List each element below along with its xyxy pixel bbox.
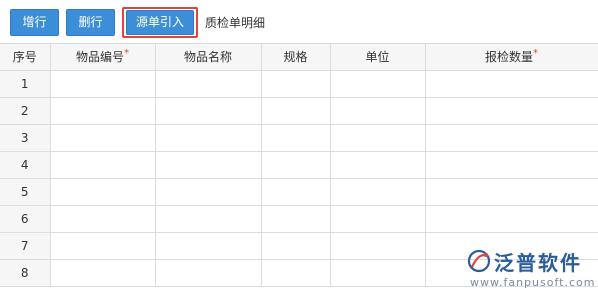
section-title: 质检单明细 — [205, 16, 266, 30]
table-row[interactable]: 2 — [0, 97, 598, 125]
spec-cell[interactable] — [261, 151, 331, 179]
column-header-inspect-qty[interactable]: 报检数量* — [425, 44, 598, 71]
item-code-cell[interactable] — [50, 259, 156, 287]
source-import-highlight: 源单引入 — [122, 7, 198, 38]
item-code-cell[interactable] — [50, 70, 156, 98]
unit-cell[interactable] — [330, 124, 426, 152]
inspect-qty-cell[interactable] — [425, 151, 598, 179]
item-code-cell[interactable] — [50, 232, 156, 260]
column-header-item-name[interactable]: 物品名称 — [155, 44, 262, 71]
row-number-cell: 8 — [0, 259, 51, 287]
item-name-cell[interactable] — [155, 124, 262, 152]
table-row[interactable]: 3 — [0, 124, 598, 152]
item-code-cell[interactable] — [50, 151, 156, 179]
item-name-cell[interactable] — [155, 178, 262, 206]
fanpu-logo: 泛普软件 www.fanpusoft.com — [462, 244, 598, 292]
item-name-cell[interactable] — [155, 259, 262, 287]
toolbar: 增行 删行 源单引入 质检单明细 — [0, 0, 598, 42]
table-row[interactable]: 6 — [0, 205, 598, 233]
unit-cell[interactable] — [330, 259, 426, 287]
spec-cell[interactable] — [261, 124, 331, 152]
item-name-cell[interactable] — [155, 70, 262, 98]
spec-cell[interactable] — [261, 97, 331, 125]
column-header-spec[interactable]: 规格 — [261, 44, 331, 71]
unit-cell[interactable] — [330, 151, 426, 179]
column-header-unit[interactable]: 单位 — [330, 44, 426, 71]
item-code-cell[interactable] — [50, 124, 156, 152]
unit-cell[interactable] — [330, 232, 426, 260]
unit-cell[interactable] — [330, 70, 426, 98]
item-name-cell[interactable] — [155, 205, 262, 233]
row-number-cell: 2 — [0, 97, 51, 125]
fanpu-logo-icon — [467, 249, 491, 273]
column-header-index[interactable]: 序号 — [0, 44, 51, 71]
inspect-qty-cell[interactable] — [425, 124, 598, 152]
item-code-cell[interactable] — [50, 178, 156, 206]
table-row[interactable]: 5 — [0, 178, 598, 206]
inspect-qty-cell[interactable] — [425, 205, 598, 233]
item-code-cell[interactable] — [50, 97, 156, 125]
spec-cell[interactable] — [261, 232, 331, 260]
logo-name: 泛普软件 — [494, 251, 582, 275]
spec-cell[interactable] — [261, 70, 331, 98]
unit-cell[interactable] — [330, 205, 426, 233]
column-header-item-code[interactable]: 物品编号* — [50, 44, 156, 71]
inspect-qty-cell[interactable] — [425, 70, 598, 98]
inspect-qty-cell[interactable] — [425, 97, 598, 125]
row-number-cell: 3 — [0, 124, 51, 152]
inspect-qty-cell[interactable] — [425, 178, 598, 206]
logo-url: www.fanpusoft.com — [470, 276, 596, 289]
add-row-button[interactable]: 增行 — [10, 9, 59, 36]
row-number-cell: 5 — [0, 178, 51, 206]
row-number-cell: 4 — [0, 151, 51, 179]
spec-cell[interactable] — [261, 259, 331, 287]
spec-cell[interactable] — [261, 178, 331, 206]
unit-cell[interactable] — [330, 178, 426, 206]
delete-row-button[interactable]: 删行 — [66, 9, 115, 36]
row-number-cell: 1 — [0, 70, 51, 98]
spec-cell[interactable] — [261, 205, 331, 233]
row-number-cell: 7 — [0, 232, 51, 260]
item-name-cell[interactable] — [155, 151, 262, 179]
unit-cell[interactable] — [330, 97, 426, 125]
row-number-cell: 6 — [0, 205, 51, 233]
table-row[interactable]: 1 — [0, 70, 598, 98]
item-code-cell[interactable] — [50, 205, 156, 233]
item-name-cell[interactable] — [155, 232, 262, 260]
item-name-cell[interactable] — [155, 97, 262, 125]
header-row: 序号 物品编号* 物品名称 规格 单位 报检数量* — [0, 44, 598, 71]
table-row[interactable]: 4 — [0, 151, 598, 179]
source-import-button[interactable]: 源单引入 — [126, 10, 194, 35]
